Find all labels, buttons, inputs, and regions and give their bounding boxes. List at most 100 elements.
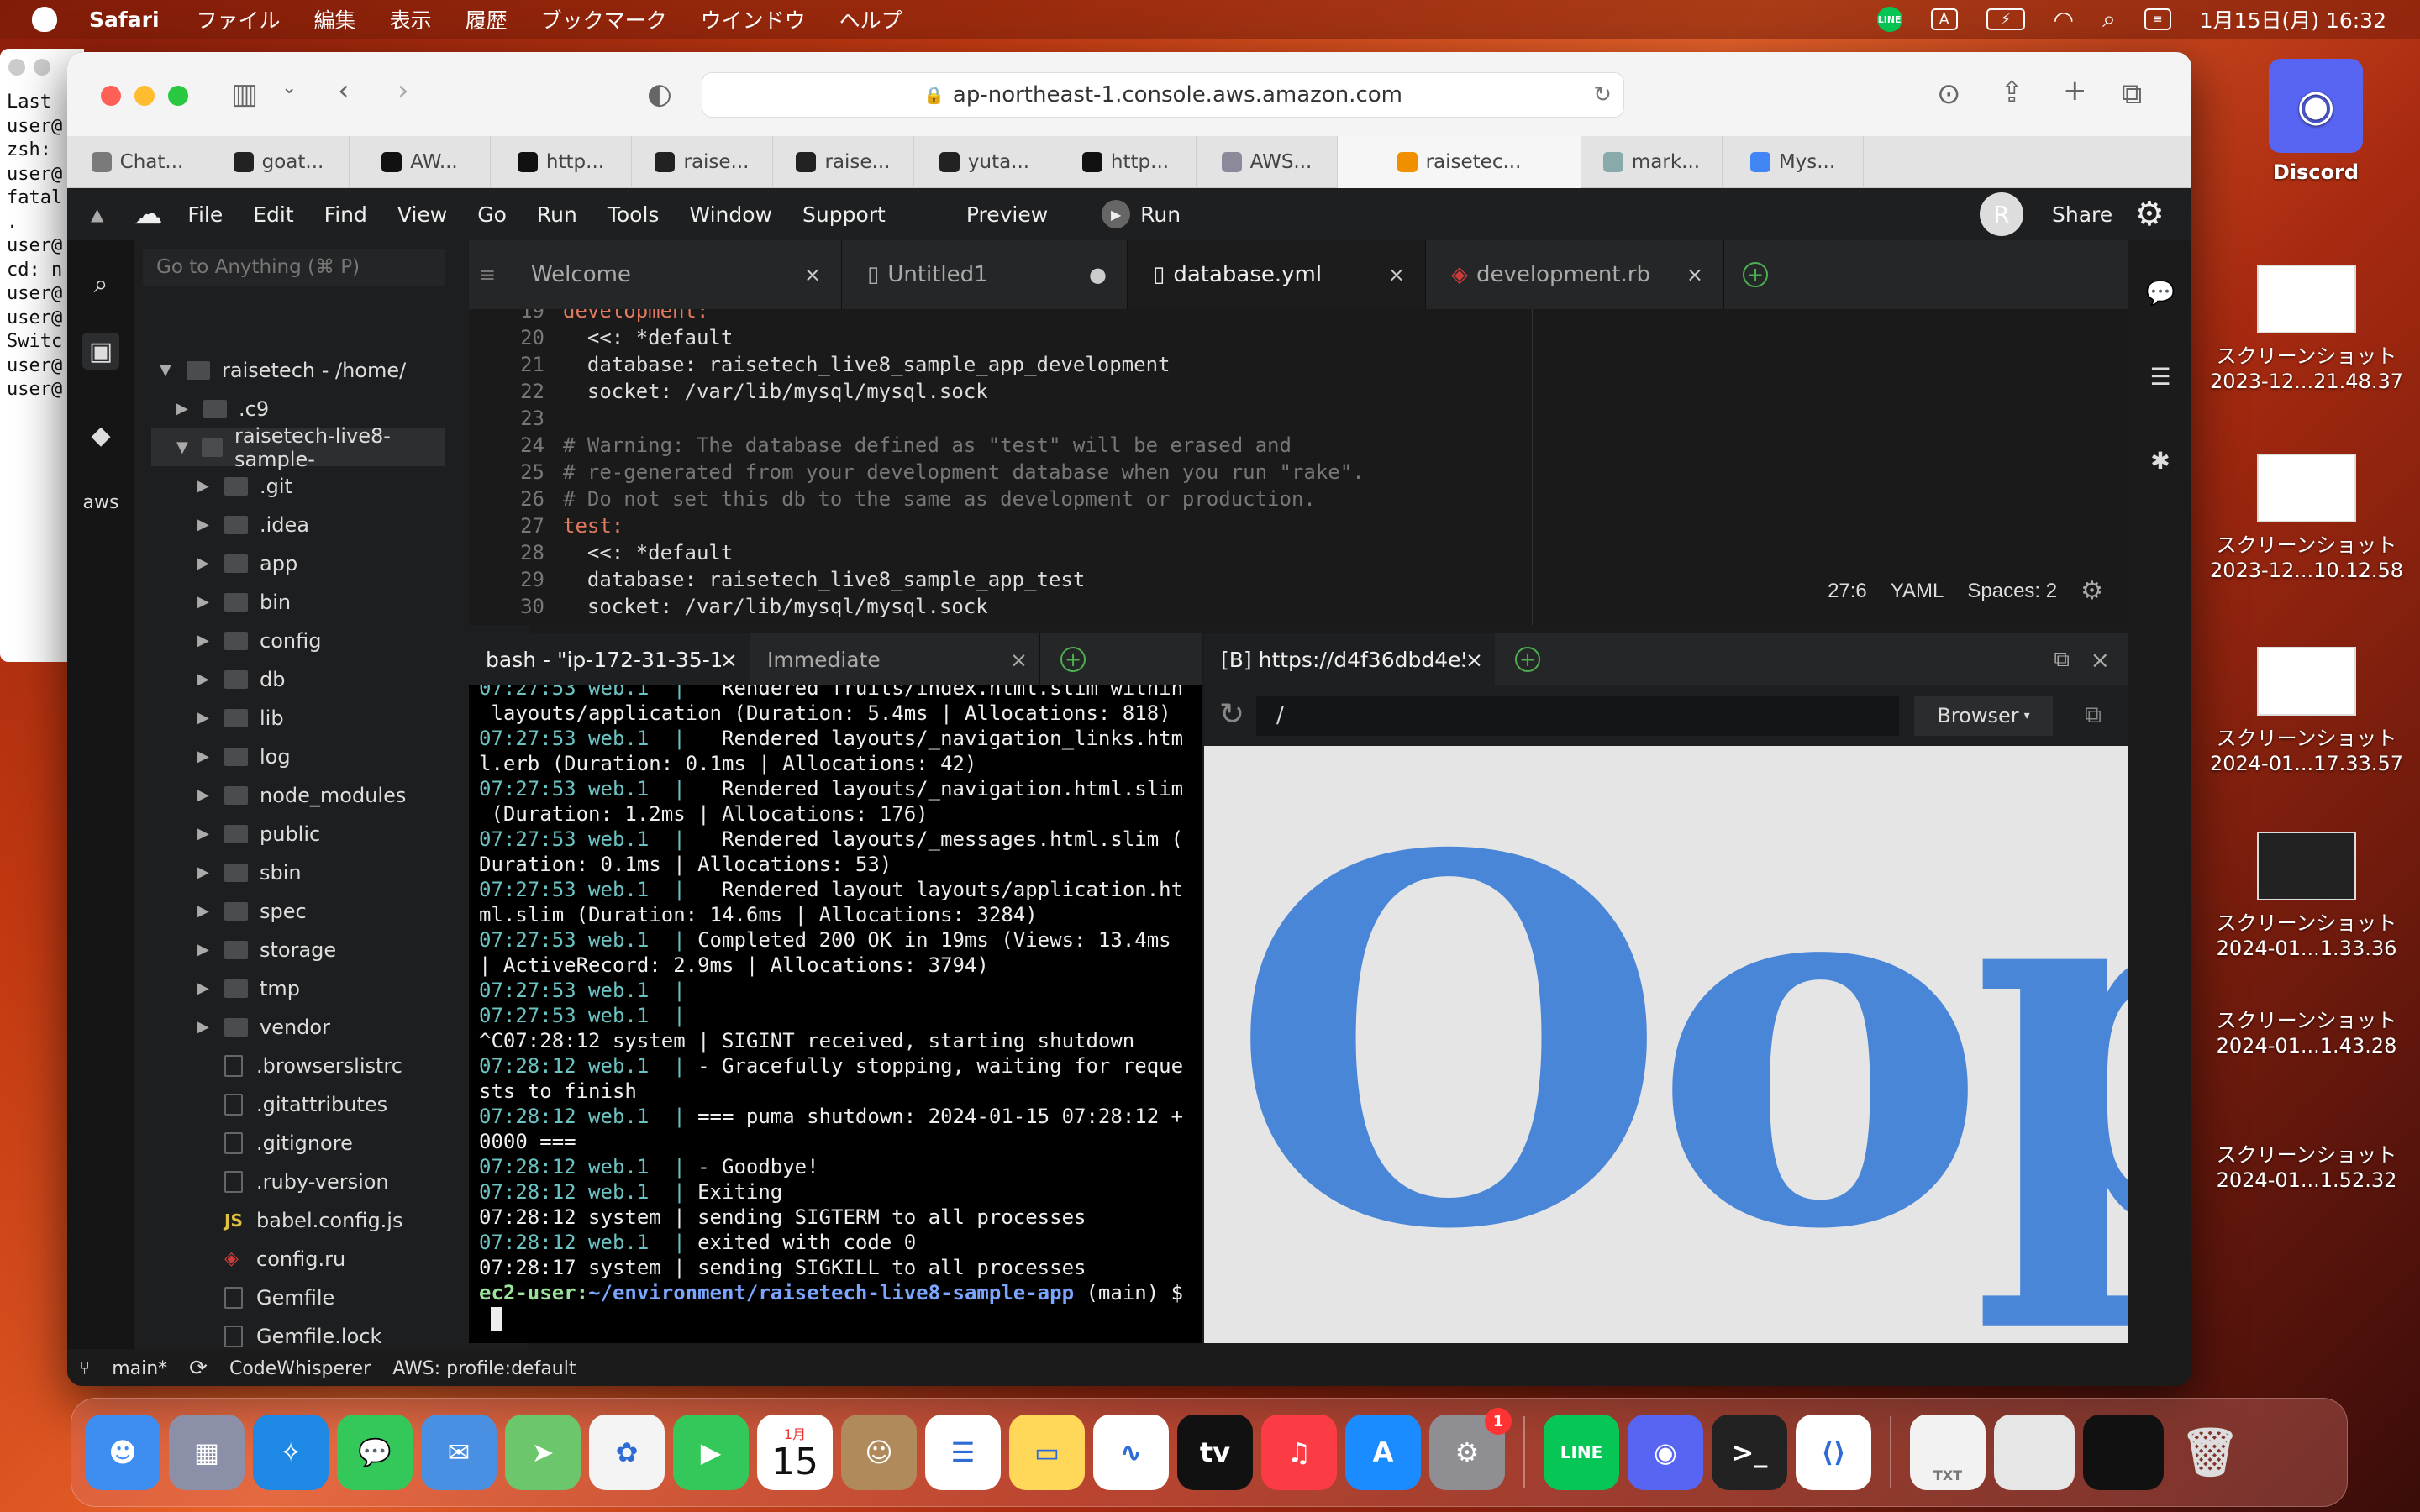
preview-reload-icon[interactable]: ↻ (1219, 697, 1244, 732)
run-icon[interactable]: ▶ (1102, 200, 1131, 228)
aws-icon[interactable]: aws (82, 484, 119, 521)
safari-icon[interactable]: ✧ (253, 1415, 329, 1490)
line-icon[interactable]: LINE (1544, 1415, 1619, 1490)
chevron-right-icon[interactable]: ▶ (197, 554, 213, 572)
share-button[interactable]: Share (2052, 202, 2112, 227)
editor-tab[interactable]: ◈ development.rb × (1426, 240, 1724, 309)
address-bar[interactable]: 🔒 ap-northeast-1.console.aws.amazon.com … (702, 72, 1624, 118)
browser-tab[interactable]: raisetec... (1338, 136, 1581, 188)
c9-menu-find[interactable]: Find (324, 202, 367, 227)
editor-tab[interactable]: ▯ database.yml × (1128, 240, 1426, 309)
discord-icon[interactable]: ◉ (1628, 1415, 1703, 1490)
chevron-right-icon[interactable]: ▶ (197, 825, 213, 843)
wifi-icon[interactable]: ◠ (2054, 6, 2074, 34)
notes-icon[interactable]: ▭ (1009, 1415, 1085, 1490)
indent-setting[interactable]: Spaces: 2 (1967, 580, 2057, 603)
reload-icon[interactable]: ↻ (1593, 82, 1612, 108)
finder-icon[interactable]: ☻ (85, 1415, 160, 1490)
chevron-right-icon[interactable]: ▶ (197, 477, 213, 495)
browser-dropdown[interactable]: Browser ▾ (1914, 696, 2053, 736)
menubar-item-help[interactable]: ヘルプ (839, 4, 902, 34)
window-zoom-button[interactable] (168, 86, 188, 106)
desktop-screenshot-file[interactable]: スクリーンショット 2024-01...1.43.28 (2193, 1008, 2420, 1058)
menubar-item-window[interactable]: ウインドウ (701, 4, 806, 34)
close-icon[interactable]: × (1686, 263, 1703, 286)
close-panel-icon[interactable]: × (2091, 646, 2110, 674)
sidebar-toggle-icon[interactable]: ▥ (231, 77, 258, 111)
tab-menu-icon[interactable]: ≡ (469, 240, 506, 309)
editor-tab[interactable]: ▯ Untitled1 ● (842, 240, 1128, 309)
search-icon[interactable]: ⌕ (82, 265, 119, 302)
branch-icon[interactable]: ⑂ (79, 1358, 90, 1379)
collapse-icon[interactable]: ▲ (91, 204, 103, 224)
vscode-icon[interactable]: ⟨⟩ (1796, 1415, 1871, 1490)
c9-menu-support[interactable]: Support (802, 202, 886, 227)
chevron-right-icon[interactable]: ▶ (197, 709, 213, 727)
c9-menu-go[interactable]: Go (477, 202, 507, 227)
desktop-screenshot-file[interactable]: スクリーンショット 2023-12...21.48.37 (2193, 265, 2420, 394)
browser-tab[interactable]: raise... (773, 136, 914, 188)
appletv-icon[interactable]: tv (1177, 1415, 1253, 1490)
new-tab-icon[interactable]: + (2063, 74, 2087, 108)
run-button[interactable]: Run (1140, 202, 1181, 227)
chevron-right-icon[interactable]: ▶ (197, 902, 213, 920)
browser-tab[interactable]: http... (1055, 136, 1197, 188)
facetime-icon[interactable]: ▶ (673, 1415, 749, 1490)
c9-menu-run[interactable]: Run (537, 202, 577, 227)
close-icon[interactable]: × (1388, 263, 1405, 286)
close-icon[interactable]: × (1465, 648, 1483, 672)
codewhisperer-status[interactable]: CodeWhisperer (229, 1358, 371, 1379)
chevron-right-icon[interactable]: ▶ (197, 670, 213, 688)
collaborate-icon[interactable]: 💬 (2142, 274, 2179, 311)
back-icon[interactable]: ‹ (338, 74, 350, 108)
share-icon[interactable]: ⇪ (2000, 76, 2024, 109)
minimize-dot[interactable] (34, 59, 50, 76)
terminal-icon[interactable]: >_ (1712, 1415, 1787, 1490)
unsaved-dot-icon[interactable]: ● (1089, 263, 1107, 286)
add-tab-icon[interactable]: + (1743, 262, 1768, 287)
window-close-button[interactable] (101, 86, 121, 106)
terminal-tab[interactable]: bash - "ip-172-31-35-18: × (469, 633, 750, 685)
c9-menu-view[interactable]: View (397, 202, 447, 227)
menubar-app-name[interactable]: Safari (89, 8, 160, 32)
desktop-screenshot-file[interactable]: スクリーンショット 2024-01...1.33.36 (2193, 832, 2420, 961)
code-editor[interactable]: 19 development: 20 <<: *default 21 database… (469, 309, 2128, 625)
chevron-down-icon[interactable]: ▼ (160, 361, 175, 379)
input-source-icon[interactable]: A (1930, 8, 1958, 30)
browser-tab[interactable]: http... (491, 136, 632, 188)
chevron-down-icon[interactable]: ⌄ (281, 77, 297, 98)
chevron-right-icon[interactable]: ▶ (197, 864, 213, 881)
outline-icon[interactable]: ☰ (2142, 358, 2179, 395)
preview-button[interactable]: Preview (966, 202, 1048, 227)
terminal-tab[interactable]: Immediate × (750, 633, 1040, 685)
trash-icon[interactable]: 🗑 (2172, 1415, 2248, 1490)
add-tab-icon[interactable]: + (1060, 647, 1086, 672)
appstore-icon[interactable]: A (1345, 1415, 1421, 1490)
chevron-right-icon[interactable]: ▶ (197, 786, 213, 804)
environment-icon[interactable]: ▣ (82, 333, 119, 370)
downloads-stack-icon[interactable] (1994, 1415, 2075, 1490)
maps-icon[interactable]: ➤ (505, 1415, 581, 1490)
desktop-discord-icon[interactable]: ◉ Discord (2257, 59, 2375, 185)
chevron-right-icon[interactable]: ▶ (197, 941, 213, 958)
browser-tab[interactable]: Chat... (67, 136, 208, 188)
freeform-icon[interactable]: ∿ (1093, 1415, 1169, 1490)
chevron-right-icon[interactable]: ▶ (197, 516, 213, 533)
privacy-shield-icon[interactable]: ◐ (647, 77, 672, 111)
desktop-screenshot-file[interactable]: スクリーンショット 2024-01...17.33.57 (2193, 647, 2420, 776)
menubar-item-edit[interactable]: 編集 (314, 4, 356, 34)
chevron-right-icon[interactable]: ▶ (176, 400, 192, 417)
spotlight-icon[interactable]: ⌕ (2102, 5, 2116, 34)
calendar-icon[interactable]: 1月 15 (757, 1415, 833, 1490)
mail-icon[interactable]: ✉ (421, 1415, 497, 1490)
open-new-window-icon[interactable]: ⧉ (2085, 701, 2102, 729)
close-icon[interactable]: × (804, 263, 821, 286)
menubar-item-bookmarks[interactable]: ブックマーク (541, 4, 667, 34)
cursor-position[interactable]: 27:6 (1828, 580, 1867, 603)
popout-icon[interactable]: ⧉ (2054, 647, 2070, 673)
line-status-icon[interactable]: LINE (1876, 7, 1902, 32)
menubar-item-history[interactable]: 履歴 (466, 4, 508, 34)
menubar-item-view[interactable]: 表示 (390, 4, 432, 34)
c9-menu-tools[interactable]: Tools (608, 202, 660, 227)
music-icon[interactable]: ♫ (1261, 1415, 1337, 1490)
